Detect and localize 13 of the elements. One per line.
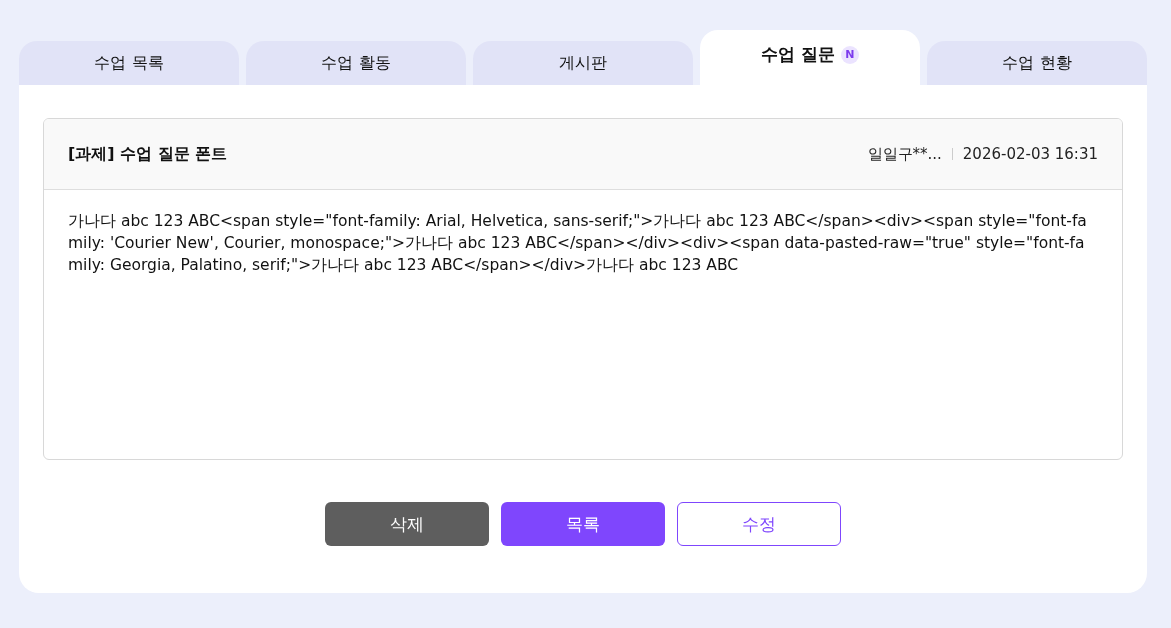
- new-badge: N: [840, 45, 859, 64]
- edit-button[interactable]: 수정: [677, 502, 841, 546]
- tab[interactable]: 수업 현황: [927, 41, 1147, 85]
- list-button[interactable]: 목록: [501, 502, 665, 546]
- tab[interactable]: 수업 목록: [19, 41, 239, 85]
- tab[interactable]: 수업 활동: [246, 41, 466, 85]
- post-author: 일일구**...: [867, 144, 942, 164]
- tab[interactable]: 게시판: [473, 41, 693, 85]
- post-body: 가나다 abc 123 ABC<span style="font-family: Arial, Helvetica, sans-serif;">가나다 abc 123 ABC</span><div><span style="font-family: 'Courier New', Courier, monospace;">가나다 abc 123 ABC</span></div><div><span data-pasted-raw="true" style="font-family: Georgia, Palatino, serif;">가나다 abc 123 ABC</span></div>가나다 abc 123 ABC: [67, 211, 1088, 276]
- post-date: 2026-02-03 16:31: [962, 145, 1098, 163]
- delete-button[interactable]: 삭제: [325, 502, 489, 546]
- post-title: [과제] 수업 질문 폰트: [68, 143, 228, 165]
- tab[interactable]: 수업 질문 N: [700, 30, 920, 85]
